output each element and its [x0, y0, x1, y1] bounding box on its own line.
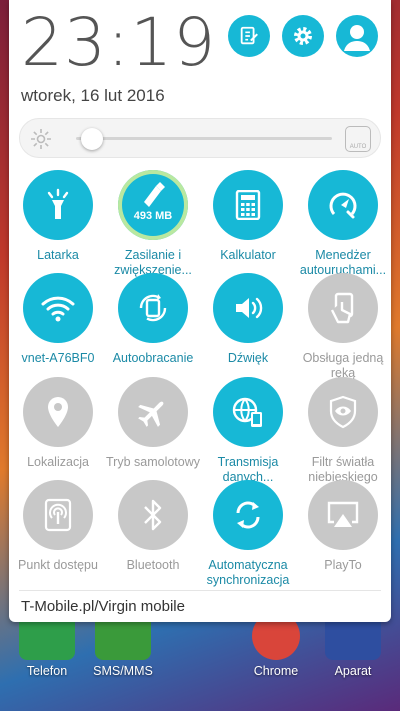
memory-readout: 493 MB — [133, 210, 173, 222]
gear-icon — [294, 27, 312, 45]
auto-start-icon — [329, 192, 357, 219]
notes-button[interactable] — [228, 15, 270, 57]
tile-circle[interactable] — [308, 273, 378, 343]
eye-icon — [329, 395, 357, 429]
tile-circle[interactable] — [213, 170, 283, 240]
bluetooth-icon — [144, 499, 162, 531]
tile-circle[interactable] — [118, 377, 188, 447]
location-icon — [48, 397, 68, 427]
clock[interactable]: 23:19 — [21, 10, 216, 76]
tile-bluetooth[interactable]: Bluetooth — [106, 480, 200, 573]
tile-dzwiek[interactable]: Dźwięk — [201, 273, 295, 366]
flashlight-icon — [47, 188, 69, 219]
tile-label: Punkt dostępu — [18, 558, 98, 572]
sync-icon — [236, 501, 260, 529]
tile-label: Tryb samolotowy — [106, 455, 201, 469]
boost-icon — [144, 182, 165, 207]
tile-circle[interactable] — [308, 170, 378, 240]
playto-icon — [327, 501, 359, 527]
date[interactable]: wtorek, 16 lut 2016 — [21, 86, 165, 106]
one-hand-icon — [330, 292, 354, 324]
tile-label: Automatyczna synchronizacja — [206, 558, 290, 587]
tile-circle[interactable] — [308, 377, 378, 447]
user-icon — [344, 25, 370, 51]
tile-punkt-dostepu[interactable]: Punkt dostępu — [11, 480, 105, 573]
brightness-track[interactable] — [76, 137, 332, 140]
dock-label: SMS/MMS — [93, 664, 153, 678]
dock-label: Telefon — [26, 664, 68, 678]
auto-rotate-icon — [139, 294, 167, 322]
tile-circle[interactable] — [118, 480, 188, 550]
dock-label: Chrome — [253, 664, 299, 678]
sound-icon — [236, 297, 263, 319]
tile-filtr-swiatla[interactable]: Filtr światła niebieskiego — [296, 377, 390, 485]
auto-brightness-label: AUTO — [349, 144, 367, 150]
mobile-data-icon — [232, 397, 262, 427]
tile-automatyczna-synchronizacja[interactable]: Automatyczna synchronizacja — [201, 480, 295, 588]
divider — [19, 590, 381, 591]
tile-playto[interactable]: PlayTo — [296, 480, 390, 573]
tile-autoobracanie[interactable]: Autoobracanie — [106, 273, 200, 366]
tile-lokalizacja[interactable]: Lokalizacja — [11, 377, 105, 470]
tile-circle[interactable]: 493 MB — [118, 170, 188, 240]
tile-label: Lokalizacja — [27, 455, 89, 469]
tile-label: Kalkulator — [220, 248, 276, 262]
tile-circle[interactable] — [308, 480, 378, 550]
carrier-name: T-Mobile.pl/Virgin mobile — [21, 598, 185, 615]
tile-zasilanie[interactable]: 493 MB Zasilanie i zwiększenie... — [106, 170, 200, 278]
calculator-icon — [235, 190, 261, 220]
tile-circle[interactable] — [23, 480, 93, 550]
tile-circle[interactable] — [213, 480, 283, 550]
wifi-icon — [41, 296, 75, 322]
tile-label: Autoobracanie — [112, 351, 194, 365]
tile-label: Latarka — [37, 248, 79, 262]
tile-wifi[interactable]: vnet-A76BF0 — [11, 273, 105, 366]
tile-tryb-samolotowy[interactable]: Tryb samolotowy — [106, 377, 200, 470]
hotspot-icon — [44, 498, 72, 532]
tile-label: Bluetooth — [126, 558, 180, 572]
tile-circle[interactable] — [23, 273, 93, 343]
tile-label: Dźwięk — [227, 351, 269, 365]
notes-icon — [240, 26, 258, 45]
tile-circle[interactable] — [213, 273, 283, 343]
tile-menedzer[interactable]: Menedżer autouruchami... — [296, 170, 390, 278]
tile-circle[interactable] — [23, 377, 93, 447]
brightness-slider[interactable]: AUTO — [19, 118, 381, 158]
tile-transmisja-danych[interactable]: Transmisja danych... — [201, 377, 295, 485]
tile-circle[interactable] — [118, 273, 188, 343]
quick-settings-panel: 23:19 wtorek, 16 lut 2016 AUTO Latarka 4… — [9, 0, 391, 622]
airplane-icon — [138, 401, 164, 427]
tile-kalkulator[interactable]: Kalkulator — [201, 170, 295, 263]
tile-latarka[interactable]: Latarka — [11, 170, 105, 263]
user-button[interactable] — [336, 15, 378, 57]
tile-circle[interactable] — [213, 377, 283, 447]
tile-circle[interactable] — [23, 170, 93, 240]
auto-brightness-toggle[interactable]: AUTO — [345, 126, 371, 152]
brightness-icon — [31, 129, 51, 149]
brightness-knob[interactable] — [80, 128, 103, 150]
dock-label: Aparat — [334, 664, 372, 678]
tile-obsluga-jedna-reka[interactable]: Obsługa jedną ręką — [296, 273, 390, 381]
settings-button[interactable] — [282, 15, 324, 57]
tile-label: vnet-A76BF0 — [21, 351, 95, 365]
tile-label: PlayTo — [324, 558, 362, 572]
